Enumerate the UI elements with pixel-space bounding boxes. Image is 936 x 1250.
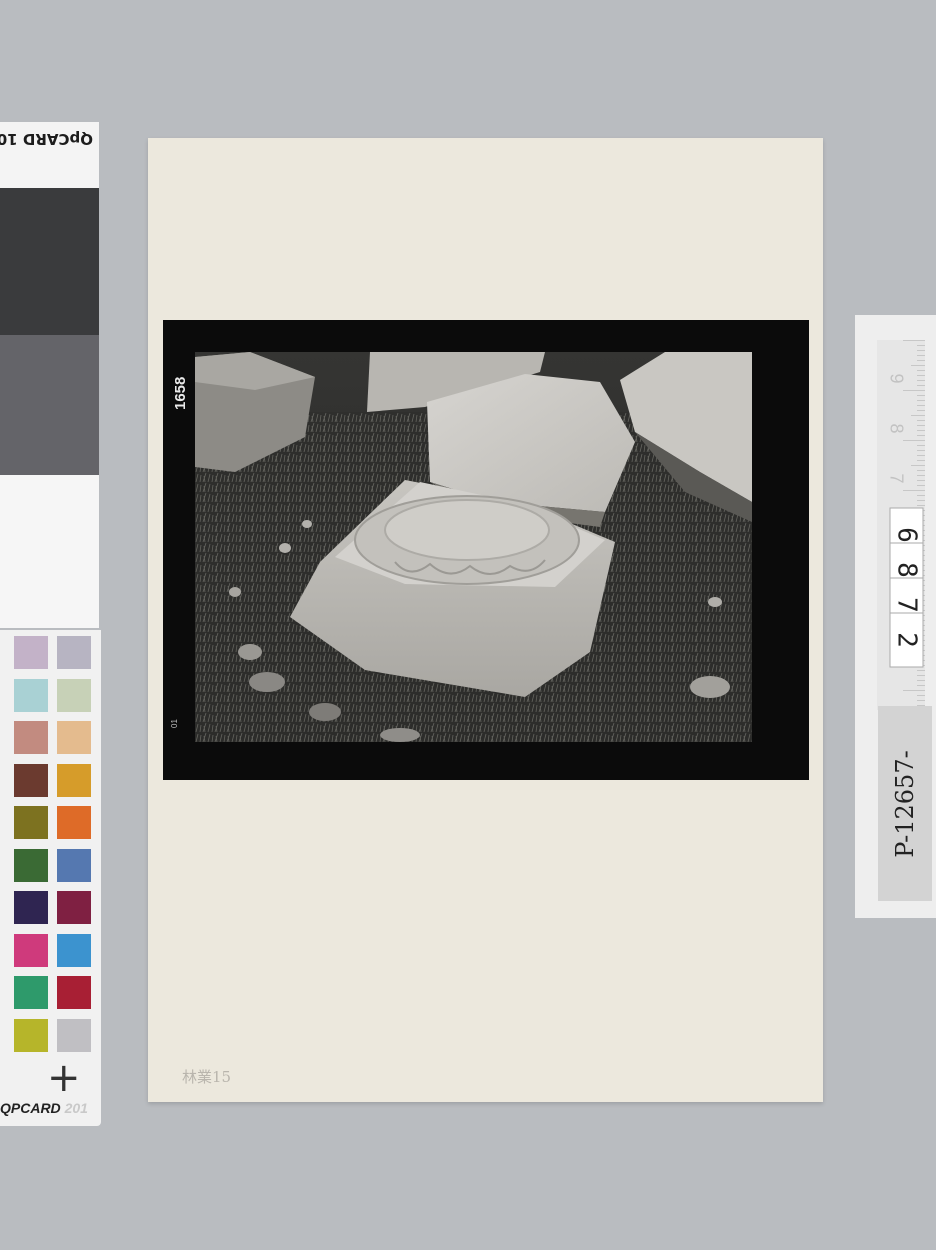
ruler-tick [917,495,925,496]
ruler-tick [917,480,925,481]
ruler-tick [917,430,925,431]
id-digit-4: 2 [889,612,924,668]
color-swatch [14,721,48,754]
colorcard-brand-suffix: 201 [64,1100,88,1116]
ruler-tick [917,425,925,426]
photo-image [195,352,752,742]
color-swatch [14,976,48,1009]
ruler-tick [917,670,925,671]
ruler-tick [917,685,925,686]
pencil-annotation: 林業15 [182,1068,232,1086]
ruler-tick [903,390,925,391]
ruler-tick [917,450,925,451]
qpcard-logo: QpCARD 101 [0,122,99,184]
ruler-tick [917,370,925,371]
ruler-tick [917,505,925,506]
color-swatch [57,891,91,924]
ruler-tick [917,460,925,461]
ruler-tick [917,455,925,456]
ruler-tick [917,680,925,681]
color-swatch [57,636,91,669]
ruler-tick [917,345,925,346]
ruler-number: 8 [886,423,907,434]
color-swatch [14,933,48,967]
color-swatch [14,636,48,669]
ruler-tick [917,445,925,446]
color-swatch [57,763,91,797]
edge-mark: 01 [170,719,179,728]
ruler-tick [917,700,925,701]
color-swatch [57,678,91,712]
qpcard-brand-text: QpCARD 101 [0,130,93,148]
ruler-tick [917,375,925,376]
catalog-id-text: P-12657- [891,749,919,858]
registration-plus-icon: + [47,1055,81,1101]
color-swatch [57,848,91,882]
ruler-tick [911,365,925,366]
color-swatch [57,976,91,1009]
ruler-tick [917,470,925,471]
colorcard-brand: QPCARD 201 [0,1100,88,1116]
colorcard-brand-text: QPCARD [0,1100,61,1116]
catalog-id-label: P-12657- [878,706,932,901]
white-patch [0,475,99,628]
color-swatch [14,891,48,924]
color-swatch [14,1018,48,1052]
ruler-tick [917,485,925,486]
grayscale-card: QpCARD 101 [0,122,99,628]
color-swatch [57,933,91,967]
mid-gray-patch [0,335,99,475]
ruler-tick [917,420,925,421]
ruler-tick [917,385,925,386]
ruler-number: 9 [886,373,907,384]
ruler-number: 7 [886,473,907,484]
ruler-tick [903,340,925,341]
color-swatch [14,678,48,712]
ruler-tick [903,690,925,691]
ruler-tick [917,395,925,396]
color-swatch [14,848,48,882]
ruler-tick [917,380,925,381]
ruler-tick [903,490,925,491]
negative-number: 1658 [172,376,189,410]
ruler-tick [917,475,925,476]
ruler-tick [917,360,925,361]
ruler-tick [917,500,925,501]
ruler-tick [911,415,925,416]
ruler-tick [917,350,925,351]
ruler-tick [917,410,925,411]
ruler-tick [911,465,925,466]
color-swatch [14,763,48,797]
color-swatch [57,806,91,839]
ruler-tick [917,405,925,406]
color-swatch-card: + QPCARD 201 [0,630,101,1126]
ruler-tick [917,675,925,676]
ruler-tick [903,440,925,441]
color-swatch [57,721,91,754]
ruler-tick [917,355,925,356]
ruler-tick [917,400,925,401]
photograph-stone-bases [195,352,752,742]
color-swatch [14,806,48,839]
color-swatch [57,1018,91,1052]
ruler-tick [917,695,925,696]
ruler-tick [917,435,925,436]
